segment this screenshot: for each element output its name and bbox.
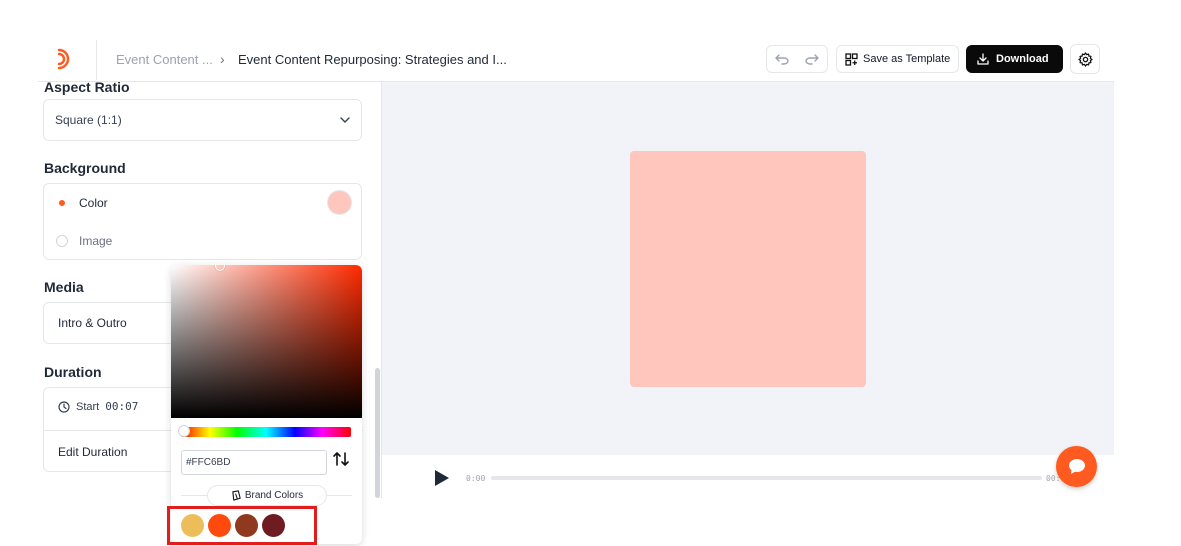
play-icon[interactable]: [434, 469, 450, 487]
editor-app: Event Content ... › Event Content Repurp…: [38, 36, 1114, 545]
undo-redo-group: [766, 45, 828, 73]
color-picker-popover: #FFC6BD Brand Colors: [171, 265, 362, 544]
hex-input[interactable]: #FFC6BD: [181, 450, 327, 475]
download-icon: [977, 53, 989, 65]
highlight-box: [167, 506, 317, 545]
background-option-color[interactable]: Color: [44, 184, 363, 222]
edit-duration-button[interactable]: Edit Duration: [58, 445, 127, 459]
breadcrumb-current: Event Content Repurposing: Strategies an…: [238, 52, 507, 67]
save-as-template-label: Save as Template: [863, 53, 951, 65]
background-option-image[interactable]: Image: [44, 222, 363, 260]
template-icon: [845, 52, 858, 66]
undo-icon[interactable]: [767, 46, 797, 72]
header-divider: [96, 40, 97, 80]
settings-panel: Aspect Ratio Square (1:1) Background Col…: [38, 79, 382, 545]
playback-bar: 0:00 00:: [382, 455, 1114, 498]
chat-icon: [1068, 459, 1085, 474]
media-title: Media: [44, 279, 84, 295]
swap-format-icon[interactable]: [332, 451, 350, 472]
radio-selected-icon[interactable]: [56, 197, 68, 209]
top-bar: Event Content ... › Event Content Repurp…: [38, 36, 1114, 82]
saturation-area[interactable]: [171, 265, 362, 418]
save-as-template-button[interactable]: Save as Template: [836, 45, 959, 73]
timeline-track[interactable]: [491, 476, 1042, 480]
panel-scrollbar[interactable]: [375, 368, 380, 498]
redo-icon[interactable]: [797, 46, 827, 72]
media-item-label: Intro & Outro: [58, 316, 127, 330]
download-button[interactable]: Download: [966, 45, 1063, 73]
breadcrumb-parent[interactable]: Event Content ...: [116, 52, 213, 67]
aspect-ratio-title: Aspect Ratio: [44, 79, 130, 95]
chevron-down-icon: [340, 117, 350, 123]
artboard[interactable]: [630, 151, 866, 387]
hue-slider[interactable]: [181, 427, 351, 437]
brand-icon: [232, 490, 241, 501]
chat-button[interactable]: [1056, 446, 1097, 487]
aspect-ratio-select[interactable]: Square (1:1): [43, 99, 362, 141]
aspect-ratio-value: Square (1:1): [55, 113, 122, 127]
logo-icon[interactable]: [50, 46, 76, 72]
canvas-area: [382, 82, 1114, 455]
brand-colors-button[interactable]: Brand Colors: [207, 485, 327, 506]
duration-title: Duration: [44, 364, 102, 380]
saturation-handle[interactable]: [215, 265, 225, 271]
hex-value: #FFC6BD: [186, 457, 231, 468]
hue-handle[interactable]: [178, 425, 190, 437]
radio-unselected-icon[interactable]: [56, 235, 68, 247]
brand-colors-label: Brand Colors: [244, 490, 304, 501]
download-label: Download: [996, 53, 1049, 65]
background-options: Color Image: [43, 183, 362, 260]
time-start: 0:00: [466, 474, 486, 483]
duration-start: Start 00:07: [58, 400, 138, 413]
gear-icon: [1077, 51, 1093, 67]
background-option-color-label: Color: [79, 196, 108, 210]
background-color-swatch[interactable]: [327, 190, 352, 215]
clock-icon: [58, 400, 70, 413]
settings-button[interactable]: [1070, 44, 1100, 74]
breadcrumb-chevron-icon: ›: [220, 51, 225, 67]
background-title: Background: [44, 160, 126, 176]
duration-start-label: Start: [76, 400, 100, 413]
duration-start-value: 00:07: [105, 400, 139, 413]
background-option-image-label: Image: [79, 234, 113, 248]
